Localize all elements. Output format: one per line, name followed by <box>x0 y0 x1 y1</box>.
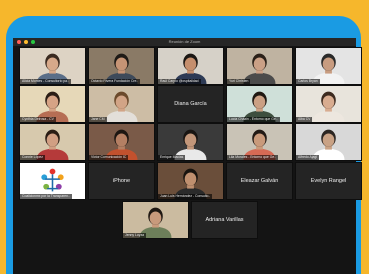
participant-name-label: Coalicionmx por la Transparen.. <box>20 194 72 199</box>
participant-name-label: Jane CM <box>89 117 107 122</box>
participant-display-name: Diana García <box>174 101 207 107</box>
zoom-window: Reunión de Zoom Alicia Montes - Consulto… <box>13 38 362 274</box>
participant-display-name: Eleazar Galván <box>240 178 279 184</box>
participant-tile[interactable]: Jenny Loyza <box>122 201 189 239</box>
participant-name-label: Jenny Loyza <box>123 233 147 238</box>
participant-tile[interactable]: Lila Morales - Entorno que Ge.. <box>226 123 293 161</box>
participant-name-label: Carlos Bryan <box>296 79 320 84</box>
participant-display-name: Adriana Varillas <box>205 217 244 223</box>
participant-name-label: Enrique Macias <box>158 155 186 160</box>
participant-name-label: Yuri Christen <box>227 79 251 84</box>
participant-tile[interactable]: Adriana Varillas <box>191 201 258 239</box>
participant-tile[interactable]: Alicia Montes - Consultorio pa.. <box>19 47 86 85</box>
participant-tile[interactable]: iPhone <box>88 162 155 200</box>
participant-tile[interactable]: Victor Comunicación IC <box>88 123 155 161</box>
participant-tile[interactable]: Evelyn Rangel <box>295 162 362 200</box>
participant-name-label: Alicia Montes - Consultorio pa.. <box>20 79 71 84</box>
participant-name-label: Octavio Rivera Fundación Cre.. <box>89 79 141 84</box>
window-title: Reunión de Zoom <box>168 39 201 44</box>
participant-tile[interactable]: Alba CV <box>295 85 362 123</box>
participant-tile[interactable]: Raúl Carpio @ospitalidad <box>157 47 224 85</box>
participant-display-name: Evelyn Rangel <box>310 178 347 184</box>
participant-name-label: Lucía Cházin - Entorno que Ge.. <box>227 117 280 122</box>
participant-name-label: Alba CV <box>296 117 313 122</box>
participant-name-label: Alfredo Ajagi <box>296 155 320 160</box>
participant-tile[interactable]: Yuri Christen <box>226 47 293 85</box>
participant-tile[interactable]: Alfredo Ajagi <box>295 123 362 161</box>
participant-display-name: iPhone <box>112 178 131 184</box>
participant-tile[interactable]: Connie López <box>19 123 86 161</box>
participant-name-label: Juan Luis Hernández - Consulto.. <box>158 194 213 199</box>
participant-tile[interactable]: Lucía Cházin - Entorno que Ge.. <box>226 85 293 123</box>
title-bar: Reunión de Zoom <box>13 38 356 46</box>
participant-tile[interactable]: Coalicionmx por la Transparen.. <box>19 162 86 200</box>
participant-tile[interactable]: Jane CM <box>88 85 155 123</box>
participant-name-label: Connie López <box>20 155 45 160</box>
participant-name-label: Raúl Carpio @ospitalidad <box>158 79 201 84</box>
participant-tile[interactable]: Eleazar Galván <box>226 162 293 200</box>
participant-tile[interactable]: Octavio Rivera Fundación Cre.. <box>88 47 155 85</box>
participant-tile[interactable]: Cynthia Delrosa - CV <box>19 85 86 123</box>
participant-name-label: Lila Morales - Entorno que Ge.. <box>227 155 279 160</box>
participant-tile[interactable]: Enrique Macias <box>157 123 224 161</box>
participant-name-label: Cynthia Delrosa - CV <box>20 117 56 122</box>
participant-tile[interactable]: Carlos Bryan <box>295 47 362 85</box>
participant-tile[interactable]: Diana García <box>157 85 224 123</box>
participant-tile[interactable]: Juan Luis Hernández - Consulto.. <box>157 162 224 200</box>
participant-name-label: Victor Comunicación IC <box>89 155 129 160</box>
